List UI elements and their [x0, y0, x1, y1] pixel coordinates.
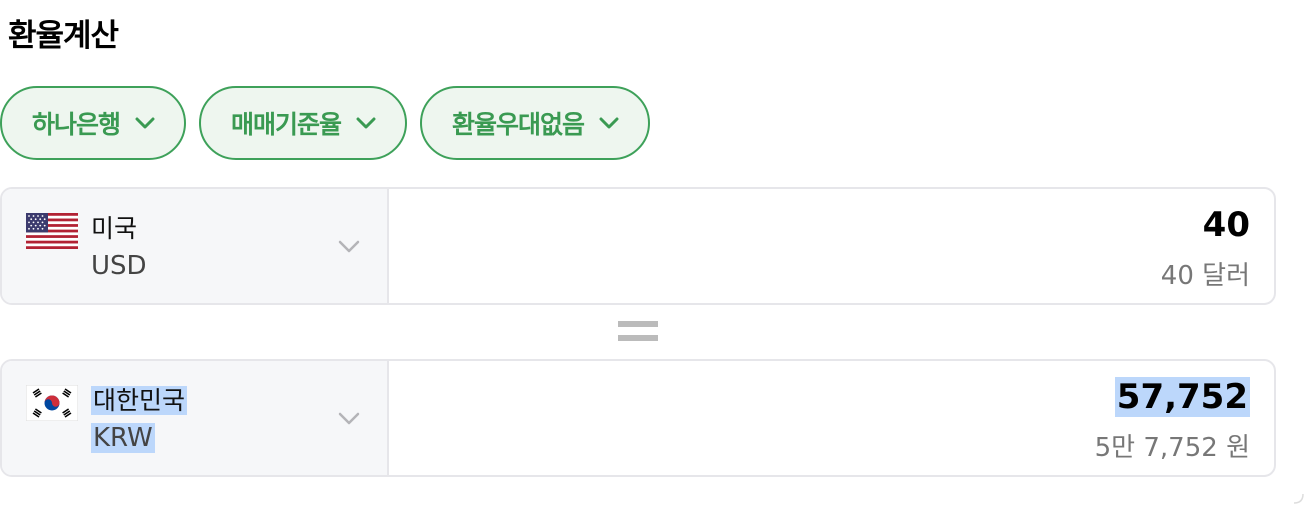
kr-flag-icon — [26, 385, 78, 421]
equals-icon — [618, 321, 658, 343]
preferential-rate-chip[interactable]: 환율우대없음 — [420, 86, 651, 160]
bank-select-chip[interactable]: 하나은행 — [0, 86, 187, 160]
to-amount-value: 57,752 — [1114, 377, 1250, 417]
from-amount-value: 40 — [1202, 205, 1250, 245]
filter-chips: 하나은행 매매기준율 환율우대없음 — [0, 86, 651, 160]
to-currency-row: 대한민국 KRW 57,752 5만 7,752 원 — [0, 359, 1276, 477]
to-amount-output[interactable]: 57,752 5만 7,752 원 — [389, 361, 1274, 475]
page-title: 환율계산 — [8, 18, 119, 54]
bank-select-label: 하나은행 — [32, 110, 121, 139]
from-currency-code: USD — [91, 251, 147, 281]
to-country-name: 대한민국 — [91, 386, 188, 415]
to-amount-words: 5만 7,752 원 — [1094, 433, 1250, 463]
chevron-down-icon — [338, 412, 360, 425]
to-currency-selector[interactable]: 대한민국 KRW — [2, 361, 389, 475]
chevron-down-icon — [598, 112, 620, 134]
chevron-down-icon — [355, 112, 377, 134]
chevron-down-icon — [338, 240, 360, 253]
from-country-name: 미국 — [91, 214, 138, 243]
from-currency-row: 미국 USD 40 40 달러 — [0, 187, 1276, 305]
from-amount-input[interactable]: 40 40 달러 — [389, 189, 1274, 303]
from-amount-words: 40 달러 — [1160, 261, 1250, 291]
from-currency-selector[interactable]: 미국 USD — [2, 189, 389, 303]
resize-handle-icon — [1293, 493, 1304, 504]
preferential-rate-label: 환율우대없음 — [452, 110, 585, 139]
to-currency-code: KRW — [91, 423, 155, 453]
rate-type-label: 매매기준율 — [231, 110, 342, 139]
us-flag-icon — [26, 213, 78, 249]
rate-type-chip[interactable]: 매매기준율 — [199, 86, 408, 160]
chevron-down-icon — [134, 112, 156, 134]
